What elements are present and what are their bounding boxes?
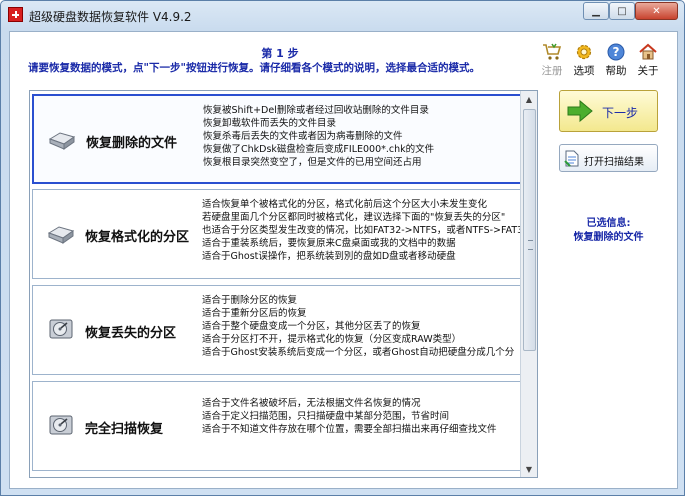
- mode-description-line: 适合于分区打不开，提示格式化的恢复（分区变成RAW类型）: [202, 334, 462, 345]
- title-bar[interactable]: 超级硬盘数据恢复软件 V4.9.2 ▁ □ ✕: [1, 1, 684, 28]
- mode-description-line: 适合于重新分区后的恢复: [202, 308, 307, 319]
- gear-icon: [573, 42, 595, 62]
- close-button[interactable]: ✕: [635, 2, 678, 20]
- about-button[interactable]: 关于: [633, 42, 663, 78]
- help-label: 帮助: [605, 65, 627, 77]
- scroll-down-arrow-icon[interactable]: ▼: [521, 461, 537, 477]
- scroll-grip: [528, 240, 533, 250]
- mode-name: 恢复格式化的分区: [85, 230, 190, 245]
- register-button[interactable]: 注册: [537, 42, 567, 78]
- help-button[interactable]: ? 帮助: [601, 42, 631, 78]
- mode-description-line: 恢复根目录突然变空了，但是文件的已用空间还占用: [203, 157, 422, 168]
- step-instruction: 请要恢复数据的模式，点"下一步"按钮进行恢复。请仔细看各个模式的说明，选择最合适…: [28, 62, 480, 74]
- maximize-button[interactable]: □: [609, 2, 635, 20]
- mode-description: 适合于文件名被破坏后，无法根据文件名恢复的情况 适合于定义扫描范围，只扫描硬盘中…: [202, 397, 497, 436]
- mode-description-line: 恢复卸载软件而丢失的文件目录: [203, 118, 337, 129]
- next-step-label: 下一步: [602, 106, 639, 120]
- app-logo-icon: [8, 7, 23, 22]
- hard-disk-icon: [47, 226, 75, 244]
- mode-description-line: 恢复做了ChkDsk磁盘检查后变成FILE000*.chk的文件: [203, 144, 435, 155]
- mode-option-recover-lost-partition[interactable]: 恢复丢失的分区 适合于删除分区的恢复 适合于重新分区后的恢复 适合于整个硬盘变成…: [32, 285, 533, 375]
- mode-description-line: 适合于文件名被破坏后，无法根据文件名恢复的情况: [202, 398, 421, 409]
- hard-disk-open-icon: [49, 415, 73, 435]
- hard-disk-open-icon: [49, 319, 73, 339]
- arrow-right-icon: [567, 99, 593, 123]
- open-scan-results-button[interactable]: 打开扫描结果: [559, 144, 658, 172]
- options-label: 选项: [573, 65, 595, 77]
- mode-option-recover-formatted[interactable]: 恢复格式化的分区 适合恢复单个被格式化的分区，格式化前后这个分区大小未发生变化 …: [32, 189, 533, 279]
- options-button[interactable]: 选项: [569, 42, 599, 78]
- open-scan-results-label: 打开扫描结果: [584, 157, 644, 168]
- hard-disk-icon: [48, 132, 76, 150]
- mode-list: 恢复删除的文件 恢复被Shift+Del删除或者经过回收站删除的文件目录 恢复卸…: [29, 90, 538, 478]
- help-icon: ?: [605, 42, 627, 62]
- about-label: 关于: [637, 65, 659, 77]
- minimize-button[interactable]: ▁: [583, 2, 609, 20]
- scroll-up-arrow-icon[interactable]: ▲: [521, 91, 537, 107]
- step-title: 第 1 步: [261, 47, 299, 60]
- mode-option-full-scan[interactable]: 完全扫描恢复 适合于文件名被破坏后，无法根据文件名恢复的情况 适合于定义扫描范围…: [32, 381, 533, 471]
- app-window: 超级硬盘数据恢复软件 V4.9.2 ▁ □ ✕ 第 1 步 请要恢复数据的模式，…: [0, 0, 685, 496]
- register-label: 注册: [541, 65, 563, 77]
- selection-info-value: 恢复删除的文件: [573, 232, 644, 243]
- home-icon: [637, 42, 659, 62]
- cart-icon: [541, 42, 563, 62]
- caption-buttons: ▁ □ ✕: [583, 2, 678, 20]
- mode-name: 完全扫描恢复: [85, 422, 164, 437]
- main-panel: 第 1 步 请要恢复数据的模式，点"下一步"按钮进行恢复。请仔细看各个模式的说明…: [9, 31, 678, 489]
- mode-name: 恢复删除的文件: [86, 136, 178, 151]
- document-icon: [564, 150, 579, 167]
- toolbar: 注册 选项 ? 帮助 关于: [535, 42, 663, 78]
- mode-description: 适合于删除分区的恢复 适合于重新分区后的恢复 适合于整个硬盘变成一个分区，其他分…: [202, 294, 514, 359]
- mode-description-line: 适合于删除分区的恢复: [202, 295, 298, 306]
- mode-description: 适合恢复单个被格式化的分区，格式化前后这个分区大小未发生变化 若硬盘里面几个分区…: [202, 198, 523, 263]
- mode-description-line: 适合于Ghost安装系统后变成一个分区，或者Ghost自动把硬盘分成几个分: [202, 347, 515, 358]
- mode-description-line: 若硬盘里面几个分区都同时被格式化，建议选择下面的"恢复丢失的分区": [202, 212, 506, 223]
- selection-info: 已选信息: 恢复删除的文件: [559, 217, 658, 245]
- mode-description-line: 适合于整个硬盘变成一个分区，其他分区丢了的恢复: [202, 321, 421, 332]
- mode-description: 恢复被Shift+Del删除或者经过回收站删除的文件目录 恢复卸载软件而丢失的文…: [203, 104, 434, 169]
- mode-option-recover-deleted[interactable]: 恢复删除的文件 恢复被Shift+Del删除或者经过回收站删除的文件目录 恢复卸…: [32, 94, 533, 184]
- mode-list-scrollbar[interactable]: ▲ ▼: [520, 91, 537, 477]
- mode-description-line: 适合于重装系统后，要恢复原来C盘桌面或我的文档中的数据: [202, 238, 456, 249]
- mode-description-line: 也适合于分区类型发生改变的情况，比如FAT32->NTFS，或者NTFS->FA…: [202, 225, 524, 236]
- mode-description-line: 恢复被Shift+Del删除或者经过回收站删除的文件目录: [203, 105, 429, 116]
- mode-description-line: 适合恢复单个被格式化的分区，格式化前后这个分区大小未发生变化: [202, 199, 488, 210]
- selection-info-heading: 已选信息:: [586, 218, 631, 229]
- mode-description-line: 适合于定义扫描范围，只扫描硬盘中某部分范围，节省时间: [202, 411, 450, 422]
- next-step-button[interactable]: 下一步: [559, 90, 658, 132]
- mode-description-line: 适合于Ghost误操作，把系统装到別的盘如D盘或者移动硬盘: [202, 251, 456, 262]
- mode-name: 恢复丢失的分区: [85, 326, 177, 341]
- svg-text:?: ?: [613, 45, 620, 59]
- mode-description-line: 恢复杀毒后丢失的文件或者因为病毒删除的文件: [203, 131, 403, 142]
- window-title: 超级硬盘数据恢复软件 V4.9.2: [29, 10, 192, 24]
- mode-description-line: 适合于不知道文件存放在哪个位置，需要全部扫描出来再仔细查找文件: [202, 424, 497, 435]
- scroll-thumb[interactable]: [523, 109, 536, 351]
